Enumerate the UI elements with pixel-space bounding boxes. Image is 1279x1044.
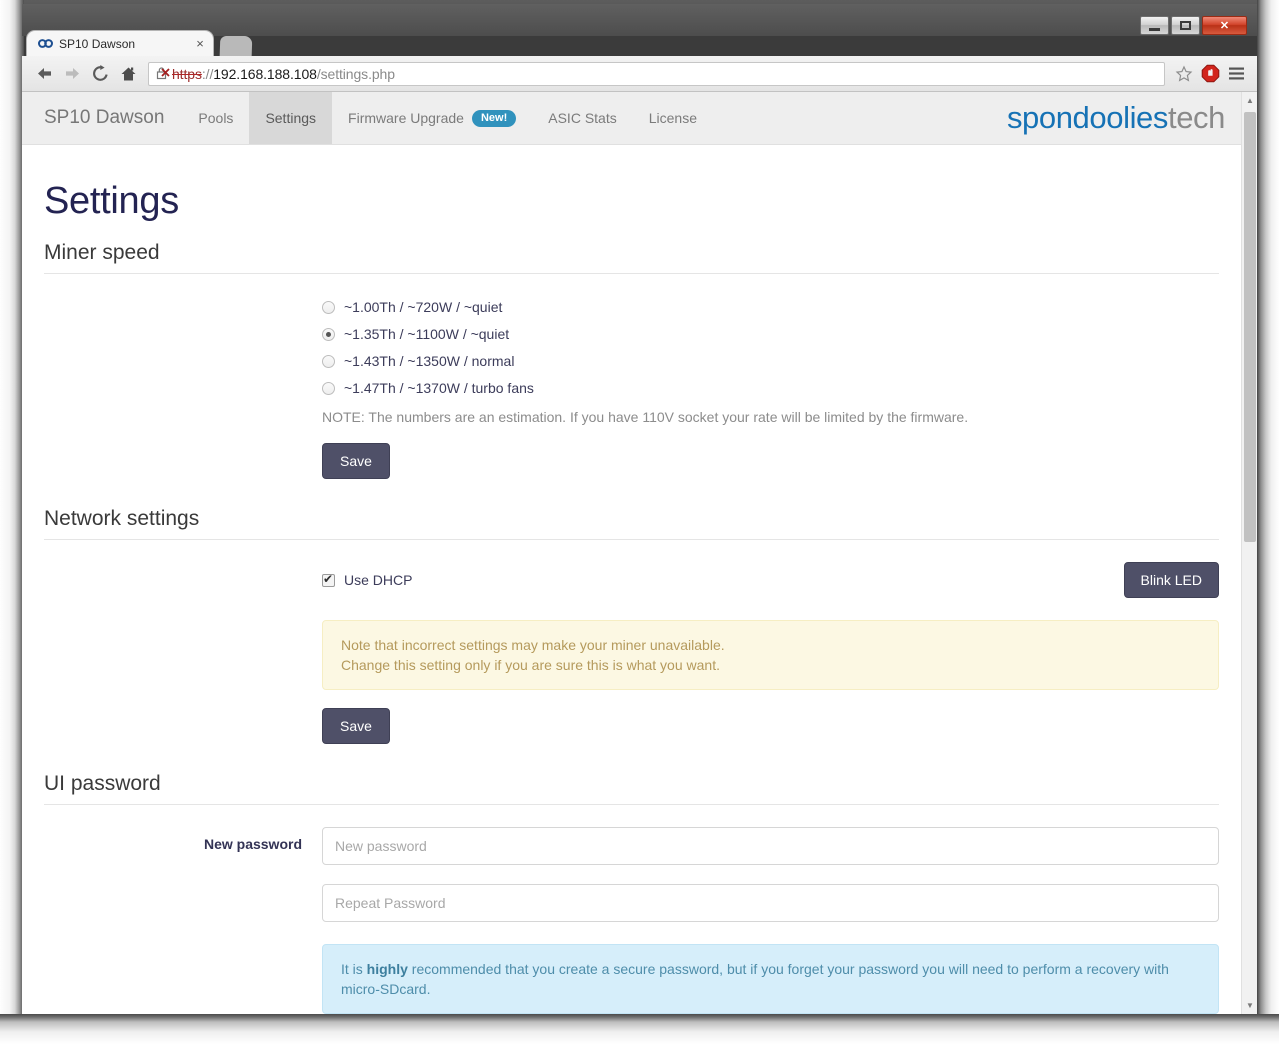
url-text: https://192.168.188.108/settings.php xyxy=(172,66,395,82)
radio-icon[interactable] xyxy=(322,300,335,314)
nav-item-label: ASIC Stats xyxy=(548,110,617,126)
network-settings-field: Use DHCP Blink LED Note that incorrect s… xyxy=(322,562,1219,744)
back-button[interactable] xyxy=(30,61,58,87)
network-warning-alert: Note that incorrect settings may make yo… xyxy=(322,620,1219,690)
info-prefix: It is xyxy=(341,961,367,977)
tab-title: SP10 Dawson xyxy=(59,36,136,51)
radio-label: ~1.00Th / ~720W / ~quiet xyxy=(344,299,503,315)
radio-icon[interactable] xyxy=(322,381,335,395)
save-miner-speed-button[interactable]: Save xyxy=(322,443,390,479)
radio-option-1-00th[interactable]: ~1.00Th / ~720W / ~quiet xyxy=(322,297,1219,317)
password-info-alert: It is highly recommended that you create… xyxy=(322,944,1219,1014)
scroll-up-icon[interactable]: ▲ xyxy=(1242,92,1257,109)
radio-label: ~1.47Th / ~1370W / turbo fans xyxy=(344,380,534,396)
radio-label: ~1.43Th / ~1350W / normal xyxy=(344,353,515,369)
tab-close-icon[interactable]: × xyxy=(193,37,207,51)
nav-item-asic-stats[interactable]: ASIC Stats xyxy=(532,92,632,144)
miner-speed-form: ~1.00Th / ~720W / ~quiet ~1.35Th / ~1100… xyxy=(44,274,1219,479)
browser-tab[interactable]: SP10 Dawson × xyxy=(26,30,214,56)
save-network-settings-button[interactable]: Save xyxy=(322,708,390,744)
warning-line-2: Change this setting only if you are sure… xyxy=(341,657,720,673)
browser-toolbar: https://192.168.188.108/settings.php xyxy=(22,56,1257,92)
url-separator: :// xyxy=(201,65,214,82)
web-page: SP10 Dawson Pools Settings Firmware Upgr… xyxy=(22,92,1241,1014)
dhcp-row: Use DHCP Blink LED xyxy=(322,562,1219,598)
nav-item-label: Pools xyxy=(198,110,234,126)
new-password-label: New password xyxy=(203,836,302,852)
checkbox-icon-checked[interactable] xyxy=(322,572,335,587)
infinity-logo-icon xyxy=(37,36,53,52)
radio-icon[interactable] xyxy=(322,354,335,368)
nav-item-label: License xyxy=(648,110,697,126)
miner-speed-note: NOTE: The numbers are an estimation. If … xyxy=(322,409,969,425)
window-frame-bottom xyxy=(0,1014,1279,1044)
radio-label: ~1.35Th / ~1100W / ~quiet xyxy=(344,326,510,342)
ui-password-form: New password It is highly recommended th… xyxy=(44,805,1219,1014)
repeat-password-input[interactable] xyxy=(322,884,1219,922)
miner-speed-field: ~1.00Th / ~720W / ~quiet ~1.35Th / ~1100… xyxy=(322,296,1219,479)
info-suffix: recommended that you create a secure pas… xyxy=(341,961,1169,997)
scroll-down-icon[interactable]: ▼ xyxy=(1242,997,1257,1014)
browser-tabstrip: SP10 Dawson × xyxy=(22,26,1257,56)
miner-speed-radio-group: ~1.00Th / ~720W / ~quiet ~1.35Th / ~1100… xyxy=(322,296,1219,398)
nav-item-settings[interactable]: Settings xyxy=(249,92,333,144)
info-bold: highly xyxy=(366,961,408,977)
adblock-icon[interactable] xyxy=(1197,61,1223,87)
section-heading-miner-speed: Miner speed xyxy=(44,241,1219,274)
nav-item-license[interactable]: License xyxy=(633,92,713,144)
new-password-input[interactable] xyxy=(322,827,1219,865)
blink-led-button[interactable]: Blink LED xyxy=(1123,562,1219,598)
address-bar[interactable]: https://192.168.188.108/settings.php xyxy=(148,61,1165,86)
network-settings-form: Use DHCP Blink LED Note that incorrect s… xyxy=(44,540,1219,744)
scrollbar-thumb[interactable] xyxy=(1244,112,1256,542)
miner-speed-row: ~1.00Th / ~720W / ~quiet ~1.35Th / ~1100… xyxy=(44,296,1219,479)
radio-option-1-35th[interactable]: ~1.35Th / ~1100W / ~quiet xyxy=(322,324,1219,344)
radio-option-1-47th[interactable]: ~1.47Th / ~1370W / turbo fans xyxy=(322,378,1219,398)
browser-menu-icon[interactable] xyxy=(1223,61,1249,87)
radio-option-1-43th[interactable]: ~1.43Th / ~1350W / normal xyxy=(322,351,1219,371)
nav-item-label: Settings xyxy=(265,110,317,126)
url-path: /settings.php xyxy=(316,65,395,82)
window-frame-left xyxy=(0,0,24,1044)
home-button[interactable] xyxy=(114,61,142,87)
site-navbar: SP10 Dawson Pools Settings Firmware Upgr… xyxy=(22,92,1241,145)
network-settings-row: Use DHCP Blink LED Note that incorrect s… xyxy=(44,562,1219,744)
url-host: 192.168.188.108 xyxy=(213,65,317,82)
insecure-certificate-icon[interactable] xyxy=(155,66,170,81)
logo-part-primary: spondoolies xyxy=(1006,100,1168,135)
nav-item-pools[interactable]: Pools xyxy=(182,92,249,144)
reload-button[interactable] xyxy=(86,61,114,87)
site-brand[interactable]: SP10 Dawson xyxy=(22,92,182,144)
logo-part-secondary: tech xyxy=(1168,100,1225,135)
radio-icon-selected[interactable] xyxy=(322,327,335,341)
bookmark-star-icon[interactable] xyxy=(1171,61,1197,87)
url-scheme: https xyxy=(172,65,202,82)
dhcp-checkbox-wrap[interactable]: Use DHCP xyxy=(322,572,412,588)
page-scrollbar[interactable]: ▲ ▼ xyxy=(1241,92,1257,1014)
section-heading-network-settings: Network settings xyxy=(44,507,1219,540)
nav-item-label: Firmware Upgrade xyxy=(348,110,464,126)
spondoolies-logo: spondoolies tech xyxy=(1007,92,1241,144)
section-heading-ui-password: UI password xyxy=(44,772,1219,805)
ui-password-field: It is highly recommended that you create… xyxy=(322,827,1219,1014)
forward-button[interactable] xyxy=(58,61,86,87)
page-content: Settings Miner speed ~1.00Th / ~720W / ~… xyxy=(22,180,1241,1014)
new-badge: New! xyxy=(471,109,517,127)
os-window: ✕ SP10 Dawson × https://192.168.188.108/… xyxy=(0,0,1279,1044)
dhcp-label: Use DHCP xyxy=(344,572,413,588)
nav-item-firmware-upgrade[interactable]: Firmware Upgrade New! xyxy=(332,92,532,144)
window-frame-right xyxy=(1257,0,1279,1044)
new-tab-button[interactable] xyxy=(219,36,253,56)
network-settings-label-spacer xyxy=(44,562,322,744)
miner-speed-label-spacer xyxy=(44,296,322,479)
page-title: Settings xyxy=(44,180,179,222)
page-viewport: SP10 Dawson Pools Settings Firmware Upgr… xyxy=(22,92,1257,1014)
new-password-row: New password It is highly recommended th… xyxy=(44,827,1219,1014)
warning-line-1: Note that incorrect settings may make yo… xyxy=(341,637,725,653)
